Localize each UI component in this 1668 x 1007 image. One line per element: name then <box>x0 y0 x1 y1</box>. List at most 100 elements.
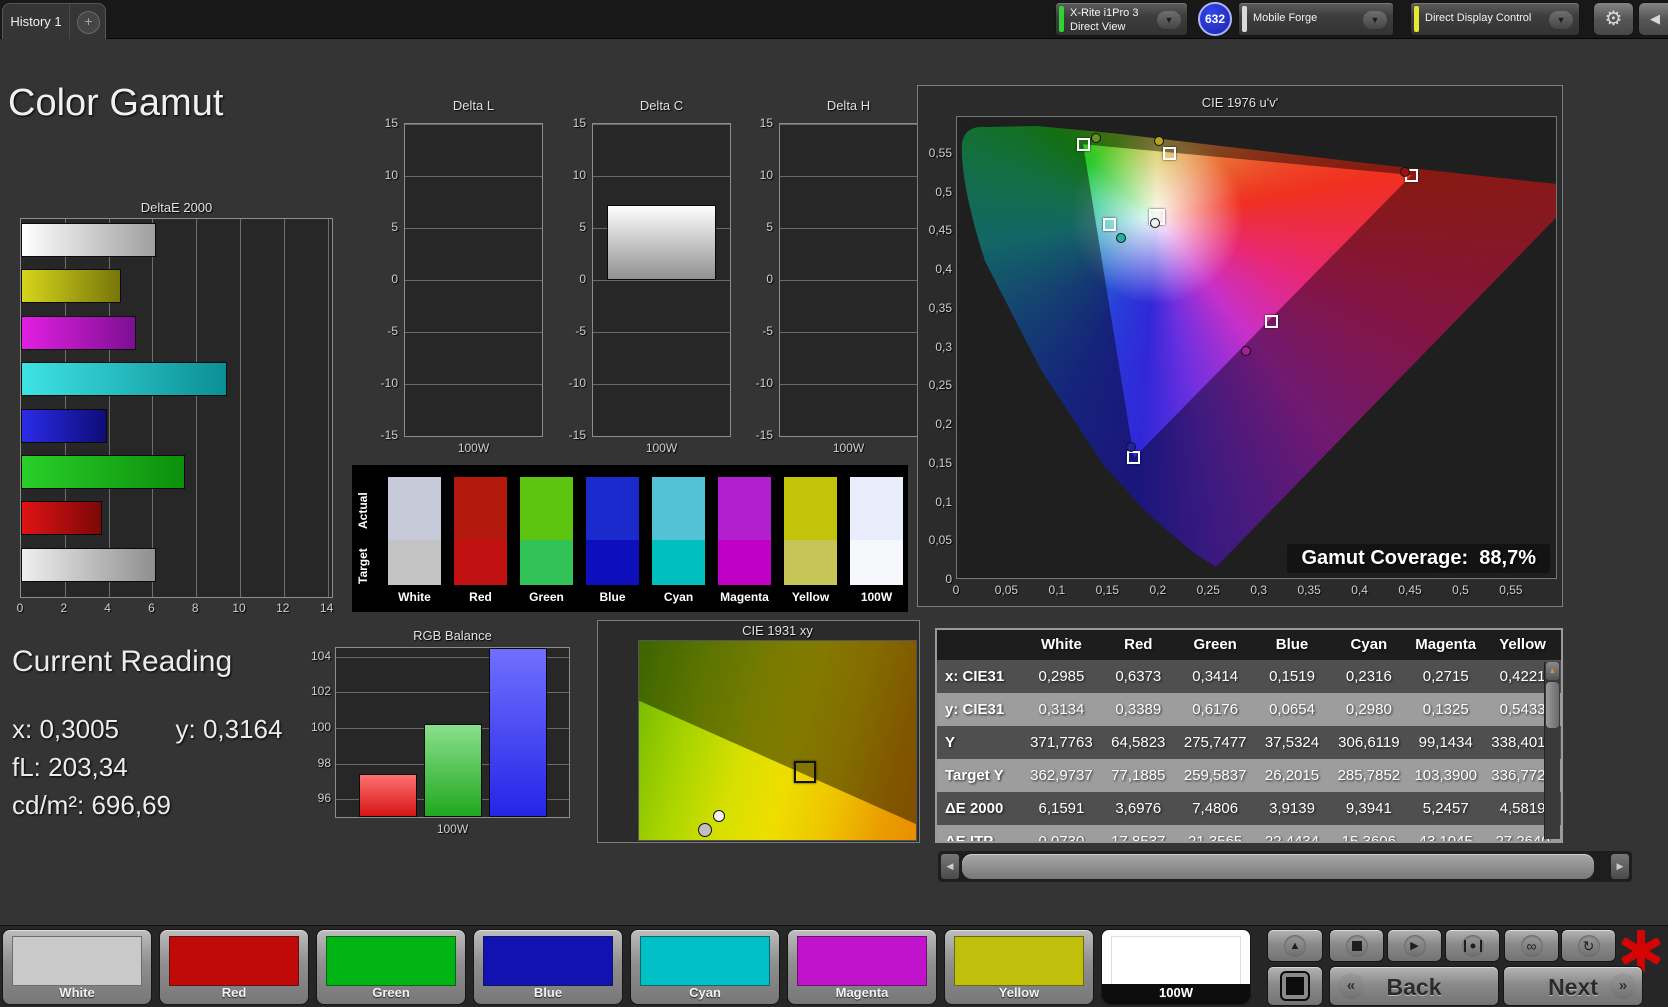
cie1976-x-tick: 0,2 <box>1138 583 1178 597</box>
table-cell: 0,1325 <box>1407 693 1484 726</box>
table-header-Blue: Blue <box>1254 630 1331 660</box>
page-title: Color Gamut <box>8 82 223 125</box>
cie1976-x-tick: 0 <box>936 583 976 597</box>
delta-y-tick: 15 <box>558 116 586 130</box>
cie1976-y-tick: 0,05 <box>920 533 952 547</box>
table-horizontal-scrollbar[interactable]: ◀ ▶ <box>938 851 1632 882</box>
pattern-swatch <box>954 936 1084 986</box>
settings-button[interactable]: ⚙ <box>1593 2 1634 36</box>
cie1976-y-tick: 0,55 <box>920 146 952 160</box>
pattern-swatch <box>12 936 142 986</box>
pattern-window-button[interactable] <box>1267 966 1323 1006</box>
cie1976-x-tick: 0,25 <box>1188 583 1228 597</box>
collapse-panel-button[interactable]: ◀ <box>1638 2 1668 36</box>
swatch-target <box>784 540 837 585</box>
table-row: ΔE 20006,15913,69767,48063,91399,39415,2… <box>937 792 1561 825</box>
pattern-button-100w[interactable]: 100W <box>1101 929 1251 1005</box>
meter-dropdown[interactable]: X-Rite i1Pro 3 Direct View ▼ <box>1055 2 1188 36</box>
swatch-target <box>520 540 573 585</box>
measured-point-yellow <box>1154 136 1164 146</box>
scroll-up-icon[interactable]: ▲ <box>1546 662 1559 680</box>
gamut-target-cyan <box>1103 218 1116 231</box>
swatch-actual <box>520 477 573 540</box>
pattern-button-blue[interactable]: Blue <box>473 929 623 1005</box>
delta-chart-title: Delta L <box>384 98 563 113</box>
fl-value: 203,34 <box>48 752 128 782</box>
delta-y-tick: -5 <box>558 324 586 338</box>
chevron-down-icon: ▼ <box>1157 11 1181 29</box>
table-cell: 275,7477 <box>1177 726 1254 759</box>
cie1976-panel: CIE 1976 u'v' 0,550,50,450,40,350,30,250… <box>917 85 1563 607</box>
measured-point-blue <box>1126 442 1136 452</box>
table-cell: 17,8537 <box>1100 825 1177 843</box>
scroll-right-icon[interactable]: ▶ <box>1611 854 1629 879</box>
swatch-label: Blue <box>578 590 647 604</box>
scroll-left-icon[interactable]: ◀ <box>941 854 959 879</box>
table-vertical-scrollbar[interactable]: ▲ <box>1544 662 1560 839</box>
refresh-button[interactable]: ↻ <box>1561 929 1616 962</box>
swatch-actual <box>454 477 507 540</box>
cie1931-panel: CIE 1931 xy <box>597 620 920 843</box>
history-tab-group: History 1 + <box>2 3 106 39</box>
cie1976-y-tick: 0,25 <box>920 378 952 392</box>
delta-chart-plot-2 <box>592 123 731 437</box>
swatch-column-red <box>454 477 507 585</box>
pattern-button-white[interactable]: White <box>2 929 152 1005</box>
swatch-actual <box>586 477 639 540</box>
pattern-button-magenta[interactable]: Magenta <box>787 929 937 1005</box>
swatch-column-green <box>520 477 573 585</box>
single-measure-button[interactable] <box>1445 929 1500 962</box>
delta-gridline <box>780 280 917 281</box>
swatch-target <box>652 540 705 585</box>
horizontal-scroll-thumb[interactable] <box>962 854 1594 879</box>
add-tab-button[interactable]: + <box>77 11 100 34</box>
tab-history[interactable]: History 1 <box>3 4 70 39</box>
pattern-button-label: Yellow <box>945 984 1093 1002</box>
current-reading-fl: fL: 203,34 <box>12 752 128 783</box>
pattern-button-green[interactable]: Green <box>316 929 466 1005</box>
cie1976-x-tick: 0,1 <box>1037 583 1077 597</box>
pattern-button-label: 100W <box>1102 984 1250 1004</box>
cie1931-title: CIE 1931 xy <box>638 623 917 638</box>
table-row-label: y: CIE31 <box>937 693 1023 726</box>
swatch-target <box>388 540 441 585</box>
pattern-button-label: Blue <box>474 984 622 1002</box>
pattern-button-cyan[interactable]: Cyan <box>630 929 780 1005</box>
pattern-swatch <box>483 936 613 986</box>
table-cell: 0,3134 <box>1023 693 1100 726</box>
table-header-Red: Red <box>1100 630 1177 660</box>
continuous-measure-button[interactable]: ∞ <box>1504 929 1559 962</box>
next-button[interactable]: Next » <box>1503 966 1643 1006</box>
delta-y-tick: -10 <box>745 376 773 390</box>
delta-y-tick: -10 <box>558 376 586 390</box>
table-row: Y371,776364,5823275,747737,5324306,61199… <box>937 726 1561 759</box>
display-control-dropdown[interactable]: Direct Display Control ▼ <box>1410 2 1580 36</box>
delta-y-tick: 0 <box>558 272 586 286</box>
rgb-y-tick: 102 <box>303 684 331 698</box>
delta-gridline <box>405 280 542 281</box>
table-cell: 64,5823 <box>1100 726 1177 759</box>
pattern-button-red[interactable]: Red <box>159 929 309 1005</box>
stop-button[interactable] <box>1329 929 1384 962</box>
delta-y-tick: -5 <box>370 324 398 338</box>
swatch-actual <box>784 477 837 540</box>
pattern-source-dropdown[interactable]: Mobile Forge ▼ <box>1238 2 1394 36</box>
delta-y-tick: -15 <box>370 428 398 442</box>
out-of-gamut-region <box>639 641 916 840</box>
play-button[interactable]: ▶ <box>1387 929 1442 962</box>
delta-x-label: 100W <box>404 441 543 455</box>
plus-icon: + <box>84 13 92 29</box>
meter-count-badge[interactable]: 632 <box>1198 2 1232 36</box>
pattern-up-button[interactable]: ▲ <box>1267 929 1323 962</box>
pattern-button-yellow[interactable]: Yellow <box>944 929 1094 1005</box>
table-row: ΔE ITP0,073017,853721,356522,443415,3606… <box>937 825 1561 843</box>
deltae-chart-title: DeltaE 2000 <box>20 200 333 215</box>
measured-point-green <box>1091 133 1101 143</box>
pattern-swatch <box>1111 936 1241 986</box>
deltae-x-tick: 8 <box>180 601 210 615</box>
delta-gridline <box>405 228 542 229</box>
back-button[interactable]: Back « <box>1329 966 1499 1006</box>
delta-gridline <box>780 176 917 177</box>
source-name: Mobile Forge <box>1253 11 1317 25</box>
vertical-scroll-thumb[interactable] <box>1546 682 1559 728</box>
